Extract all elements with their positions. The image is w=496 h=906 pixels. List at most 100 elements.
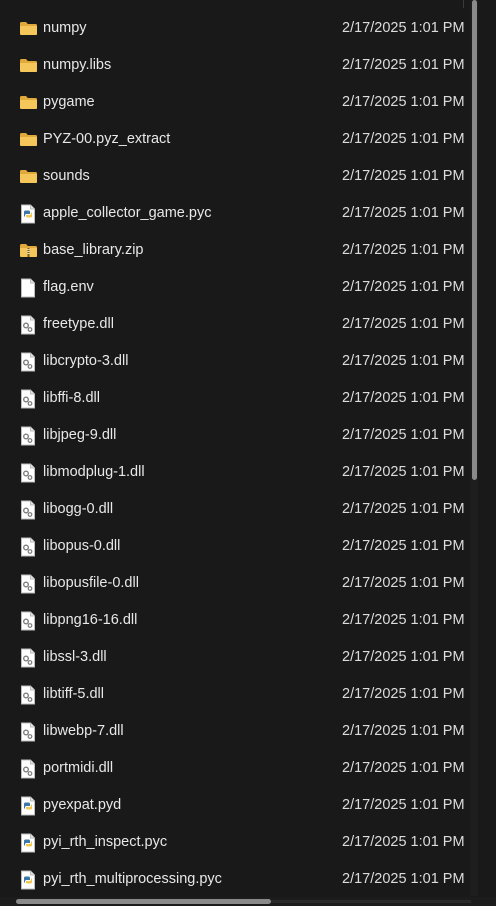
file-date-modified: 2/17/2025 1:01 PM (342, 649, 464, 665)
file-row[interactable]: libogg-0.dll 2/17/2025 1:01 PM (0, 491, 470, 528)
folder-icon (18, 158, 38, 195)
folder-icon (18, 121, 38, 158)
dll-file-icon (18, 343, 38, 380)
file-row[interactable]: libmodplug-1.dll 2/17/2025 1:01 PM (0, 454, 470, 491)
file-date-modified: 2/17/2025 1:01 PM (342, 871, 464, 887)
file-name: libpng16-16.dll (43, 612, 138, 628)
vertical-scrollbar-thumb[interactable] (472, 0, 477, 480)
file-date-modified: 2/17/2025 1:01 PM (342, 94, 464, 110)
file-name: apple_collector_game.pyc (43, 205, 212, 221)
file-name: sounds (43, 168, 90, 184)
file-row[interactable]: pyi_rth_inspect.pyc 2/17/2025 1:01 PM (0, 824, 470, 861)
file-name: libopusfile-0.dll (43, 575, 139, 591)
file-name: portmidi.dll (43, 760, 114, 776)
file-date-modified: 2/17/2025 1:01 PM (342, 316, 464, 332)
file-row[interactable]: PYZ-00.pyz_extract 2/17/2025 1:01 PM (0, 121, 470, 158)
dll-file-icon (18, 491, 38, 528)
file-name: libssl-3.dll (43, 649, 107, 665)
file-row[interactable]: libffi-8.dll 2/17/2025 1:01 PM (0, 380, 470, 417)
dll-file-icon (18, 639, 38, 676)
dll-file-icon (18, 676, 38, 713)
python-file-icon (18, 195, 38, 232)
file-name: libopus-0.dll (43, 538, 121, 554)
file-date-modified: 2/17/2025 1:01 PM (342, 760, 464, 776)
file-row[interactable]: freetype.dll 2/17/2025 1:01 PM (0, 306, 470, 343)
file-row[interactable]: numpy 2/17/2025 1:01 PM (0, 10, 470, 47)
file-row[interactable]: base_library.zip 2/17/2025 1:01 PM (0, 232, 470, 269)
blank-file-icon (18, 269, 38, 306)
file-name: libffi-8.dll (43, 390, 100, 406)
file-list: numpy 2/17/2025 1:01 PM numpy.libs 2/17/202… (0, 10, 470, 898)
file-date-modified: 2/17/2025 1:01 PM (342, 131, 464, 147)
folder-icon (18, 10, 38, 47)
file-name: PYZ-00.pyz_extract (43, 131, 171, 147)
file-date-modified: 2/17/2025 1:01 PM (342, 242, 464, 258)
file-row[interactable]: apple_collector_game.pyc 2/17/2025 1:01 P… (0, 195, 470, 232)
file-date-modified: 2/17/2025 1:01 PM (342, 205, 464, 221)
file-date-modified: 2/17/2025 1:01 PM (342, 834, 464, 850)
file-row[interactable]: libtiff-5.dll 2/17/2025 1:01 PM (0, 676, 470, 713)
dll-file-icon (18, 602, 38, 639)
file-row[interactable]: libjpeg-9.dll 2/17/2025 1:01 PM (0, 417, 470, 454)
file-date-modified: 2/17/2025 1:01 PM (342, 723, 464, 739)
file-name: numpy (43, 20, 87, 36)
file-name: libjpeg-9.dll (43, 427, 117, 443)
file-date-modified: 2/17/2025 1:01 PM (342, 390, 464, 406)
horizontal-scrollbar-thumb[interactable] (16, 899, 271, 904)
file-date-modified: 2/17/2025 1:01 PM (342, 464, 464, 480)
file-row[interactable]: libwebp-7.dll 2/17/2025 1:01 PM (0, 713, 470, 750)
file-name: libogg-0.dll (43, 501, 114, 517)
dll-file-icon (18, 454, 38, 491)
dll-file-icon (18, 528, 38, 565)
file-row[interactable]: pyexpat.pyd 2/17/2025 1:01 PM (0, 787, 470, 824)
file-date-modified: 2/17/2025 1:01 PM (342, 168, 464, 184)
file-row[interactable]: pygame 2/17/2025 1:01 PM (0, 84, 470, 121)
python-file-icon (18, 861, 38, 898)
file-row[interactable]: libssl-3.dll 2/17/2025 1:01 PM (0, 639, 470, 676)
file-name: pyi_rth_inspect.pyc (43, 834, 168, 850)
folder-icon (18, 47, 38, 84)
file-name: pyi_rth_multiprocessing.pyc (43, 871, 222, 887)
horizontal-scrollbar-rail (271, 900, 471, 903)
file-name: pygame (43, 94, 95, 110)
file-date-modified: 2/17/2025 1:01 PM (342, 538, 464, 554)
file-name: pyexpat.pyd (43, 797, 122, 813)
file-date-modified: 2/17/2025 1:01 PM (342, 353, 464, 369)
file-name: numpy.libs (43, 57, 112, 73)
file-date-modified: 2/17/2025 1:01 PM (342, 279, 464, 295)
file-name: base_library.zip (43, 242, 144, 258)
file-row[interactable]: numpy.libs 2/17/2025 1:01 PM (0, 47, 470, 84)
python-file-icon (18, 824, 38, 861)
dll-file-icon (18, 713, 38, 750)
file-date-modified: 2/17/2025 1:01 PM (342, 57, 464, 73)
file-date-modified: 2/17/2025 1:01 PM (342, 501, 464, 517)
dll-file-icon (18, 750, 38, 787)
file-date-modified: 2/17/2025 1:01 PM (342, 575, 464, 591)
file-row[interactable]: libcrypto-3.dll 2/17/2025 1:01 PM (0, 343, 470, 380)
file-row[interactable]: flag.env 2/17/2025 1:01 PM (0, 269, 470, 306)
file-row[interactable]: libopusfile-0.dll 2/17/2025 1:01 PM (0, 565, 470, 602)
dll-file-icon (18, 380, 38, 417)
file-date-modified: 2/17/2025 1:01 PM (342, 797, 464, 813)
file-name: libcrypto-3.dll (43, 353, 129, 369)
file-row[interactable]: pyi_rth_multiprocessing.pyc 2/17/2025 1:0… (0, 861, 470, 898)
dll-file-icon (18, 306, 38, 343)
file-date-modified: 2/17/2025 1:01 PM (342, 427, 464, 443)
file-date-modified: 2/17/2025 1:01 PM (342, 20, 464, 36)
python-file-icon (18, 787, 38, 824)
file-date-modified: 2/17/2025 1:01 PM (342, 686, 464, 702)
file-date-modified: 2/17/2025 1:01 PM (342, 612, 464, 628)
dll-file-icon (18, 417, 38, 454)
file-row[interactable]: sounds 2/17/2025 1:01 PM (0, 158, 470, 195)
file-row[interactable]: libpng16-16.dll 2/17/2025 1:01 PM (0, 602, 470, 639)
file-row[interactable]: portmidi.dll 2/17/2025 1:01 PM (0, 750, 470, 787)
file-name: libwebp-7.dll (43, 723, 124, 739)
file-row[interactable]: libopus-0.dll 2/17/2025 1:01 PM (0, 528, 470, 565)
column-divider (463, 0, 464, 8)
folder-icon (18, 84, 38, 121)
file-name: flag.env (43, 279, 94, 295)
file-name: libtiff-5.dll (43, 686, 104, 702)
file-name: libmodplug-1.dll (43, 464, 145, 480)
dll-file-icon (18, 565, 38, 602)
file-name: freetype.dll (43, 316, 114, 332)
